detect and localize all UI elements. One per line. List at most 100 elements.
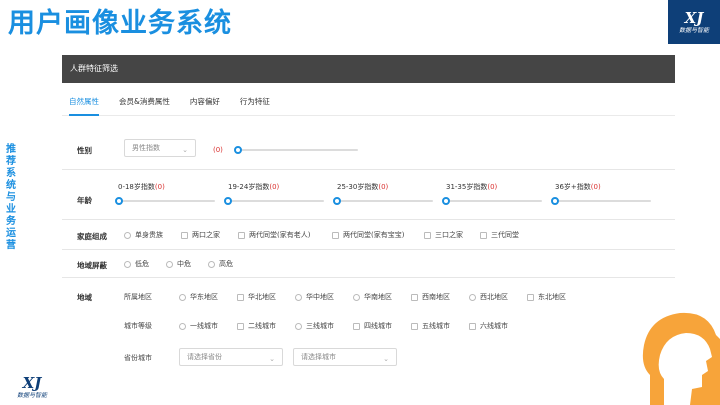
area-label: 所属地区 — [124, 293, 152, 301]
age-group-label: 19-24岁指数(0) — [228, 183, 280, 191]
side-char: 务 — [6, 216, 16, 227]
checkbox-icon — [237, 322, 244, 330]
gender-row: 性别 男性指数 ⌄ (0) — [62, 128, 675, 170]
region-shield-row: 地域屏蔽 低危 中危 高危 — [62, 250, 675, 278]
brand-logo-bottom: XJ 数据与智能 — [6, 376, 58, 402]
tab-content-preference[interactable]: 内容偏好 — [190, 94, 220, 116]
slide-title: 用户画像业务系统 — [8, 8, 232, 39]
slider-handle[interactable] — [224, 197, 232, 205]
side-char: 系 — [6, 168, 16, 179]
tab-bar: 自然属性 会员&消费属性 内容偏好 行为特征 — [62, 94, 675, 116]
region-shield-label: 地域屏蔽 — [77, 261, 107, 270]
checkbox-icon — [424, 231, 431, 239]
side-char: 统 — [6, 180, 16, 191]
area-option[interactable]: 华北地区 — [237, 292, 276, 302]
age-slider-25-30[interactable] — [333, 197, 433, 205]
radio-icon — [166, 260, 173, 268]
gender-select[interactable]: 男性指数 ⌄ — [124, 139, 196, 157]
side-char: 业 — [6, 204, 16, 215]
chevron-down-icon: ⌄ — [182, 146, 188, 154]
tab-natural-attributes[interactable]: 自然属性 — [69, 94, 99, 116]
tab-member-consumption[interactable]: 会员&消费属性 — [119, 94, 170, 116]
slider-handle[interactable] — [234, 146, 242, 154]
province-city-label: 省份城市 — [124, 354, 152, 362]
slider-handle[interactable] — [115, 197, 123, 205]
area-option[interactable]: 华东地区 — [179, 292, 218, 302]
gender-label: 性别 — [77, 146, 92, 155]
checkbox-icon — [332, 231, 339, 239]
logo-caption: 数据与智能 — [16, 392, 47, 399]
checkbox-icon — [411, 293, 418, 301]
gender-slider[interactable] — [234, 146, 358, 154]
checkbox-icon — [237, 293, 244, 301]
family-label: 家庭组成 — [77, 232, 107, 241]
tab-behavior[interactable]: 行为特征 — [240, 94, 270, 116]
city-level-label: 城市等级 — [124, 322, 152, 330]
logo-mark: XJ — [684, 8, 704, 27]
slider-handle[interactable] — [333, 197, 341, 205]
side-char: 营 — [6, 240, 16, 251]
area-option[interactable]: 华南地区 — [353, 292, 392, 302]
slider-track — [228, 200, 324, 202]
family-row: 家庭组成 单身贵族 两口之家 两代同堂(家有老人) 两代同堂(家有宝宝) 三口之… — [62, 220, 675, 250]
brand-logo: XJ 数据与智能 — [668, 0, 720, 44]
city-level-option[interactable]: 六线城市 — [469, 321, 508, 331]
gender-select-value: 男性指数 — [132, 144, 160, 152]
age-slider-0-18[interactable] — [115, 197, 215, 205]
radio-icon — [295, 322, 302, 330]
region-label: 地域 — [77, 293, 92, 302]
region-section: 地域 所属地区 华东地区 华北地区 华中地区 华南地区 西南地区 西北地区 东北… — [62, 278, 675, 378]
slider-handle[interactable] — [551, 197, 559, 205]
radio-icon — [208, 260, 215, 268]
city-level-option[interactable]: 一线城市 — [179, 321, 218, 331]
age-slider-19-24[interactable] — [224, 197, 324, 205]
age-slider-31-35[interactable] — [442, 197, 542, 205]
shield-option[interactable]: 低危 — [124, 259, 149, 269]
radio-icon — [124, 260, 131, 268]
family-option[interactable]: 三口之家 — [424, 230, 463, 240]
city-placeholder: 请选择城市 — [301, 353, 336, 361]
radio-icon — [469, 293, 476, 301]
shield-option[interactable]: 中危 — [166, 259, 191, 269]
slider-track — [555, 200, 651, 202]
family-option[interactable]: 单身贵族 — [124, 230, 163, 240]
logo-caption: 数据与智能 — [678, 26, 709, 34]
shield-option[interactable]: 高危 — [208, 259, 233, 269]
radio-icon — [179, 322, 186, 330]
slider-track — [446, 200, 542, 202]
age-label: 年龄 — [77, 196, 92, 205]
side-char: 推 — [6, 144, 16, 155]
area-option[interactable]: 东北地区 — [527, 292, 566, 302]
family-option[interactable]: 两代同堂(家有宝宝) — [332, 230, 404, 240]
family-option[interactable]: 三代同堂 — [480, 230, 519, 240]
checkbox-icon — [527, 293, 534, 301]
city-level-option[interactable]: 三线城市 — [295, 321, 334, 331]
city-level-option[interactable]: 二线城市 — [237, 321, 276, 331]
city-level-option[interactable]: 五线城市 — [411, 321, 450, 331]
checkbox-icon — [238, 231, 245, 239]
area-option[interactable]: 西南地区 — [411, 292, 450, 302]
family-option[interactable]: 两口之家 — [181, 230, 220, 240]
area-option[interactable]: 华中地区 — [295, 292, 334, 302]
city-select[interactable]: 请选择城市 ⌄ — [293, 348, 397, 366]
checkbox-icon — [411, 322, 418, 330]
area-option[interactable]: 西北地区 — [469, 292, 508, 302]
slider-handle[interactable] — [442, 197, 450, 205]
age-group-label: 36岁+指数(0) — [555, 183, 601, 191]
side-char: 与 — [6, 192, 16, 203]
province-select[interactable]: 请选择省份 ⌄ — [179, 348, 283, 366]
city-level-option[interactable]: 四线城市 — [353, 321, 392, 331]
checkbox-icon — [181, 231, 188, 239]
side-caption: 推 荐 系 统 与 业 务 运 营 — [4, 144, 18, 252]
gender-value: (0) — [213, 146, 223, 154]
radio-icon — [295, 293, 302, 301]
side-char: 荐 — [6, 156, 16, 167]
slider-track — [238, 149, 358, 151]
age-slider-36-plus[interactable] — [551, 197, 651, 205]
checkbox-icon — [469, 322, 476, 330]
chevron-down-icon: ⌄ — [269, 355, 275, 363]
age-group-label: 0-18岁指数(0) — [118, 183, 165, 191]
checkbox-icon — [480, 231, 487, 239]
family-option[interactable]: 两代同堂(家有老人) — [238, 230, 310, 240]
province-placeholder: 请选择省份 — [187, 353, 222, 361]
